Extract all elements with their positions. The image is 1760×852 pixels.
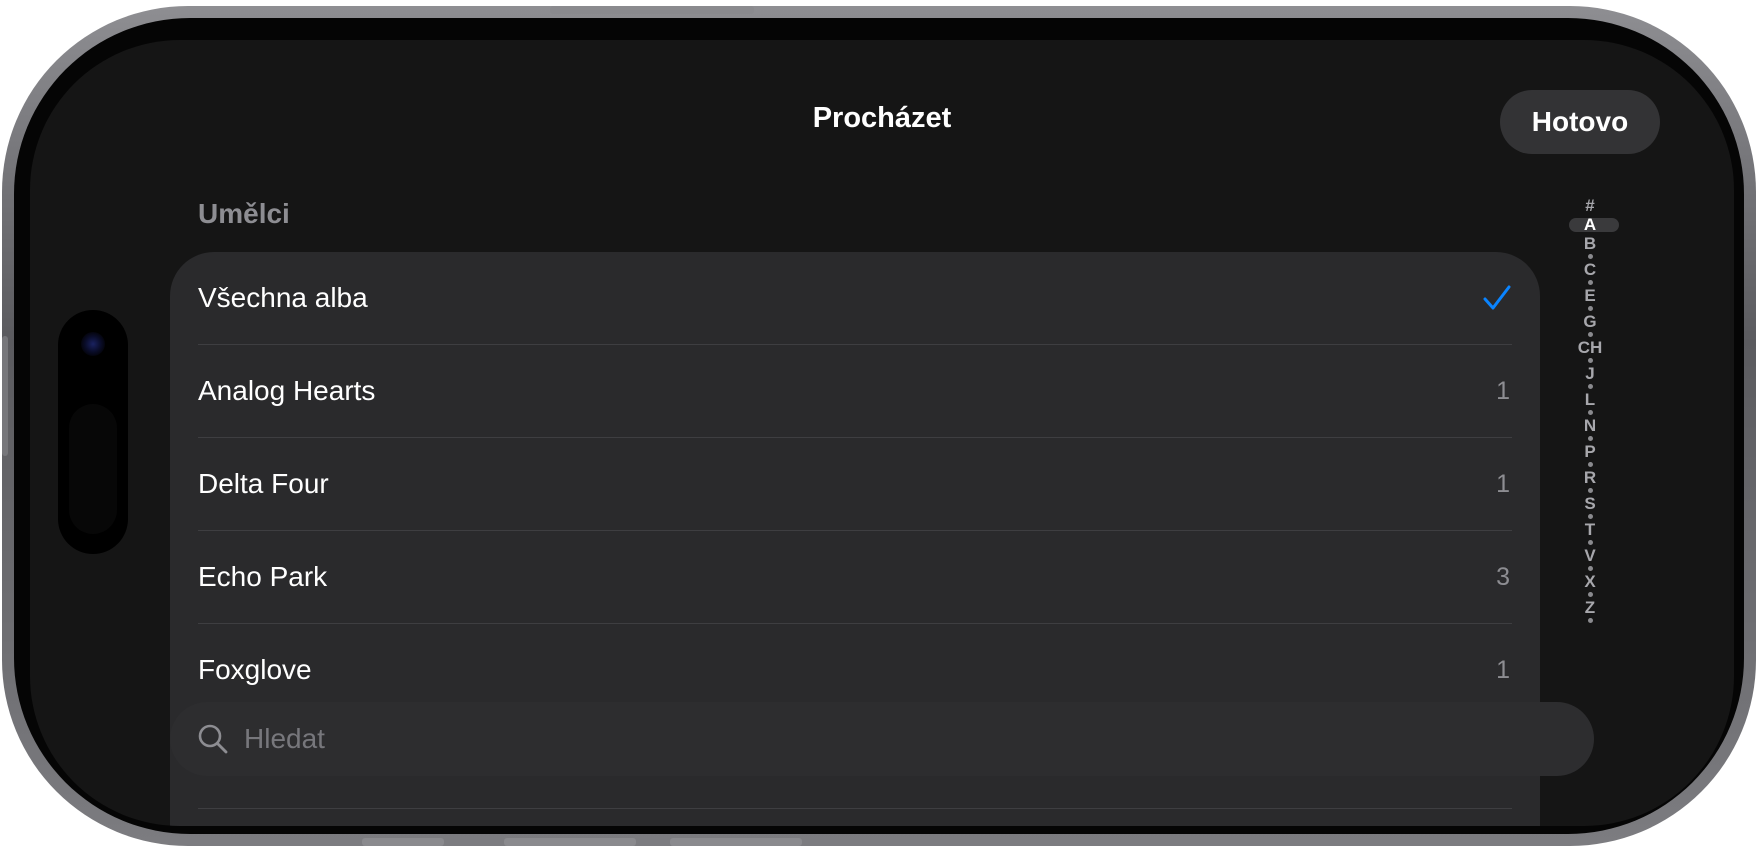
index-dot xyxy=(1587,566,1593,571)
index-letter[interactable]: CH xyxy=(1578,338,1603,357)
divider xyxy=(198,808,1512,809)
album-count: 3 xyxy=(1496,562,1510,591)
index-letter[interactable]: X xyxy=(1584,572,1595,591)
magnifier-icon xyxy=(198,724,228,754)
list-item[interactable]: Echo Park 3 xyxy=(198,531,1512,623)
index-letter[interactable]: T xyxy=(1585,520,1595,539)
search-input[interactable] xyxy=(242,722,1594,756)
index-letter[interactable]: J xyxy=(1585,364,1594,383)
index-letter[interactable]: B xyxy=(1584,234,1596,253)
list-item[interactable]: Analog Hearts 1 xyxy=(198,345,1512,437)
index-dot xyxy=(1587,384,1593,389)
section-header: Umělci xyxy=(198,198,290,229)
front-camera-icon xyxy=(81,332,105,356)
list-item-label: Všechna alba xyxy=(198,282,368,313)
index-dot xyxy=(1587,592,1593,597)
index-letter[interactable]: # xyxy=(1585,196,1594,215)
index-dot xyxy=(1587,436,1593,441)
index-letter[interactable]: L xyxy=(1585,390,1595,409)
list-item-label: Foxglove xyxy=(198,654,312,685)
album-count: 1 xyxy=(1496,376,1510,405)
index-dot xyxy=(1587,514,1593,519)
device-bottom-button xyxy=(670,838,802,846)
index-letter[interactable]: G xyxy=(1583,312,1596,331)
index-dot xyxy=(1587,488,1593,493)
list-item-label: Delta Four xyxy=(198,468,329,499)
page-title: Procházet xyxy=(812,102,952,134)
screen: Procházet Hotovo Umělci Všechna alba Ana… xyxy=(30,40,1734,826)
index-dot xyxy=(1587,332,1593,337)
done-button[interactable]: Hotovo xyxy=(1500,90,1660,154)
index-dot xyxy=(1587,358,1593,363)
device-bottom-button xyxy=(362,838,444,846)
alphabet-index[interactable]: # A B C E G CH J L N P R S T V X Z xyxy=(1569,196,1619,624)
index-letter[interactable]: R xyxy=(1584,468,1596,487)
dynamic-island xyxy=(58,310,128,554)
index-dot xyxy=(1587,618,1593,623)
list-item-all-albums[interactable]: Všechna alba xyxy=(198,252,1512,344)
index-letter-active[interactable]: A xyxy=(1584,215,1596,234)
index-letter[interactable]: Z xyxy=(1585,598,1595,617)
index-letter[interactable]: S xyxy=(1584,494,1595,513)
search-bar[interactable] xyxy=(170,702,1594,776)
list-item-label: Analog Hearts xyxy=(198,375,376,406)
album-count: 1 xyxy=(1496,469,1510,498)
index-letter[interactable]: N xyxy=(1584,416,1596,435)
index-letter[interactable]: P xyxy=(1584,442,1595,461)
checkmark-icon xyxy=(1482,284,1512,312)
device-side-button xyxy=(2,336,8,456)
sensor-slot xyxy=(69,404,117,534)
device-top-button xyxy=(550,6,754,14)
index-dot xyxy=(1587,462,1593,467)
index-dot xyxy=(1587,254,1593,259)
list-item-label: Echo Park xyxy=(198,561,328,592)
phone-frame: Procházet Hotovo Umělci Všechna alba Ana… xyxy=(2,6,1756,846)
index-letter[interactable]: C xyxy=(1584,260,1596,279)
index-dot xyxy=(1587,306,1593,311)
album-count: 1 xyxy=(1496,655,1510,684)
index-dot xyxy=(1587,540,1593,545)
index-letter[interactable]: E xyxy=(1584,286,1595,305)
index-dot xyxy=(1587,280,1593,285)
index-letter[interactable]: V xyxy=(1584,546,1595,565)
device-bottom-button xyxy=(504,838,636,846)
list-item[interactable]: Delta Four 1 xyxy=(198,438,1512,530)
index-dot xyxy=(1587,410,1593,415)
